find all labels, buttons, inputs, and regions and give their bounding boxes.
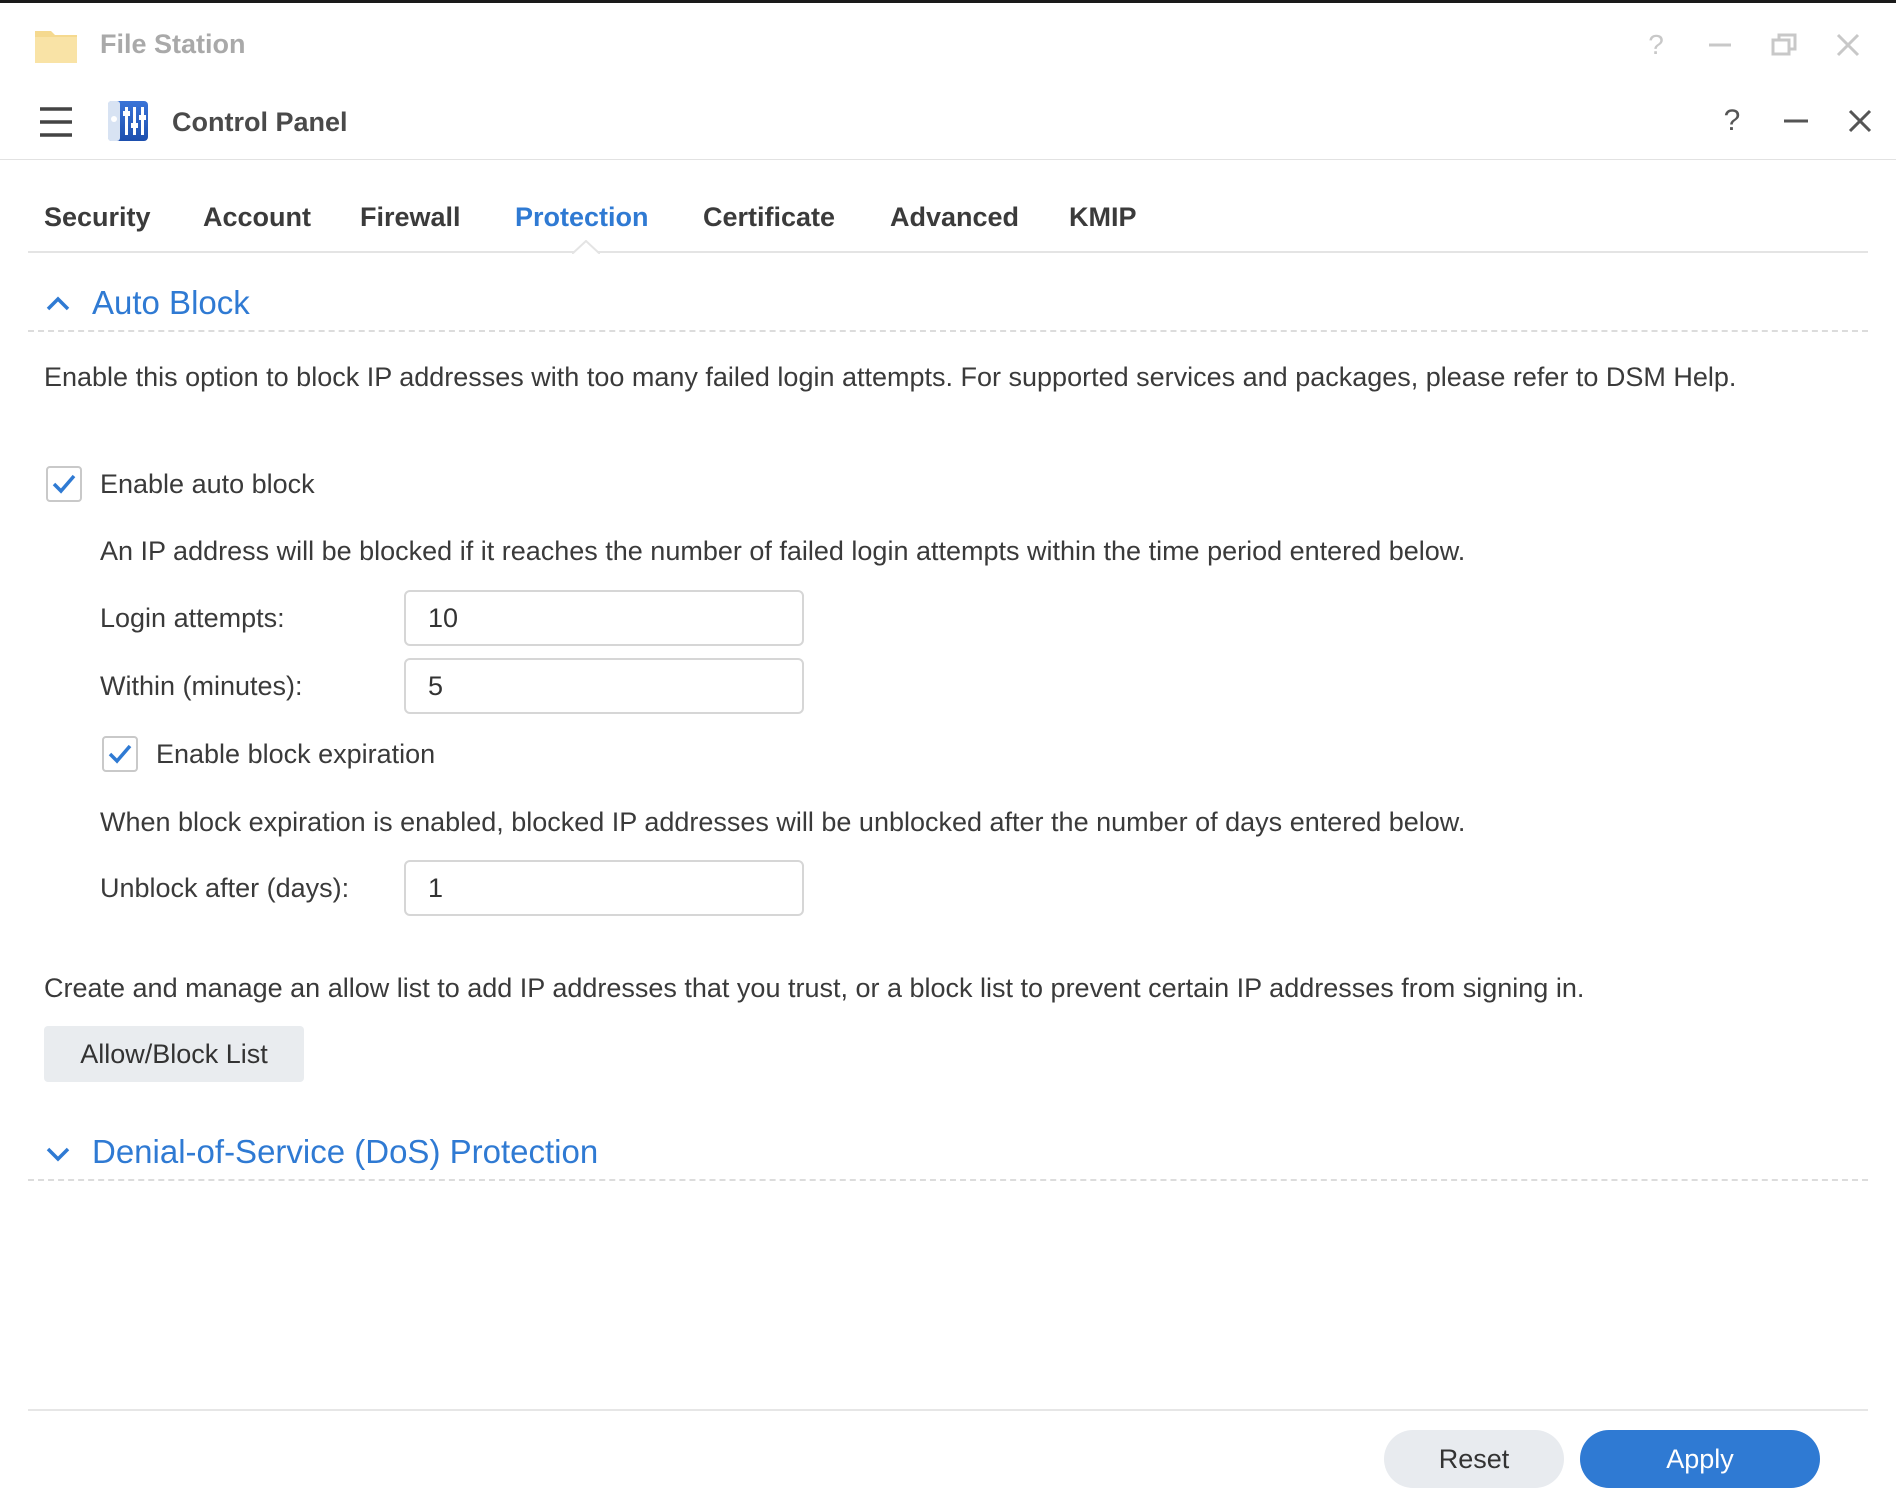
checkmark-icon: [52, 474, 76, 494]
enable-block-expiration-label[interactable]: Enable block expiration: [156, 734, 435, 774]
tab-firewall[interactable]: Firewall: [360, 202, 461, 233]
within-minutes-label: Within (minutes):: [100, 671, 303, 701]
auto-block-title: Auto Block: [92, 284, 250, 321]
block-expiration-description: When block expiration is enabled, blocke…: [100, 807, 1466, 837]
reset-button[interactable]: Reset: [1384, 1430, 1564, 1488]
tab-kmip[interactable]: KMIP: [1069, 202, 1137, 233]
tab-security[interactable]: Security: [44, 202, 151, 233]
restore-icon[interactable]: [1764, 25, 1804, 65]
window-controls: ?: [1696, 101, 1896, 141]
allow-block-list-button[interactable]: Allow/Block List: [44, 1026, 304, 1082]
minimize-icon[interactable]: [1700, 25, 1740, 65]
footer-divider: [28, 1409, 1868, 1411]
background-window-header[interactable]: File Station ?: [0, 3, 1896, 83]
tab-certificate[interactable]: Certificate: [703, 202, 835, 233]
chevron-up-icon: [46, 296, 70, 311]
auto-block-description: Enable this option to block IP addresses…: [44, 362, 1737, 392]
unblock-after-input[interactable]: [404, 860, 804, 916]
close-icon[interactable]: [1840, 101, 1880, 141]
allow-block-list-description: Create and manage an allow list to add I…: [44, 973, 1585, 1003]
hamburger-menu-icon[interactable]: [36, 103, 76, 141]
background-window-title: File Station: [100, 29, 246, 59]
login-attempts-input[interactable]: [404, 590, 804, 646]
enable-block-expiration-checkbox[interactable]: [102, 736, 138, 772]
auto-block-rule-description: An IP address will be blocked if it reac…: [100, 536, 1466, 566]
folder-icon: [35, 31, 77, 63]
window-title: Control Panel: [172, 107, 348, 137]
tab-account[interactable]: Account: [203, 202, 311, 233]
within-minutes-input[interactable]: [404, 658, 804, 714]
dos-protection-section-header[interactable]: Denial-of-Service (DoS) Protection: [28, 1121, 1868, 1181]
login-attempts-label: Login attempts:: [100, 603, 285, 633]
tab-protection[interactable]: Protection: [515, 202, 649, 233]
background-window-controls: ?: [1636, 25, 1896, 65]
tab-advanced[interactable]: Advanced: [890, 202, 1019, 233]
enable-auto-block-label[interactable]: Enable auto block: [100, 464, 315, 504]
chevron-down-icon: [46, 1147, 70, 1162]
minimize-icon[interactable]: [1776, 101, 1816, 141]
auto-block-section-header[interactable]: Auto Block: [28, 272, 1868, 332]
help-icon[interactable]: ?: [1712, 101, 1752, 141]
apply-button[interactable]: Apply: [1580, 1430, 1820, 1488]
tab-bar: Security Account Firewall Protection Cer…: [28, 160, 1868, 254]
active-tab-indicator: [572, 240, 600, 254]
control-panel-icon: [108, 101, 148, 141]
control-panel-header[interactable]: Control Panel ?: [0, 83, 1896, 160]
help-icon[interactable]: ?: [1636, 25, 1676, 65]
close-icon[interactable]: [1828, 25, 1868, 65]
unblock-after-label: Unblock after (days):: [100, 873, 350, 903]
dos-protection-title: Denial-of-Service (DoS) Protection: [92, 1133, 599, 1170]
enable-auto-block-checkbox[interactable]: [46, 466, 82, 502]
checkmark-icon: [108, 744, 132, 764]
